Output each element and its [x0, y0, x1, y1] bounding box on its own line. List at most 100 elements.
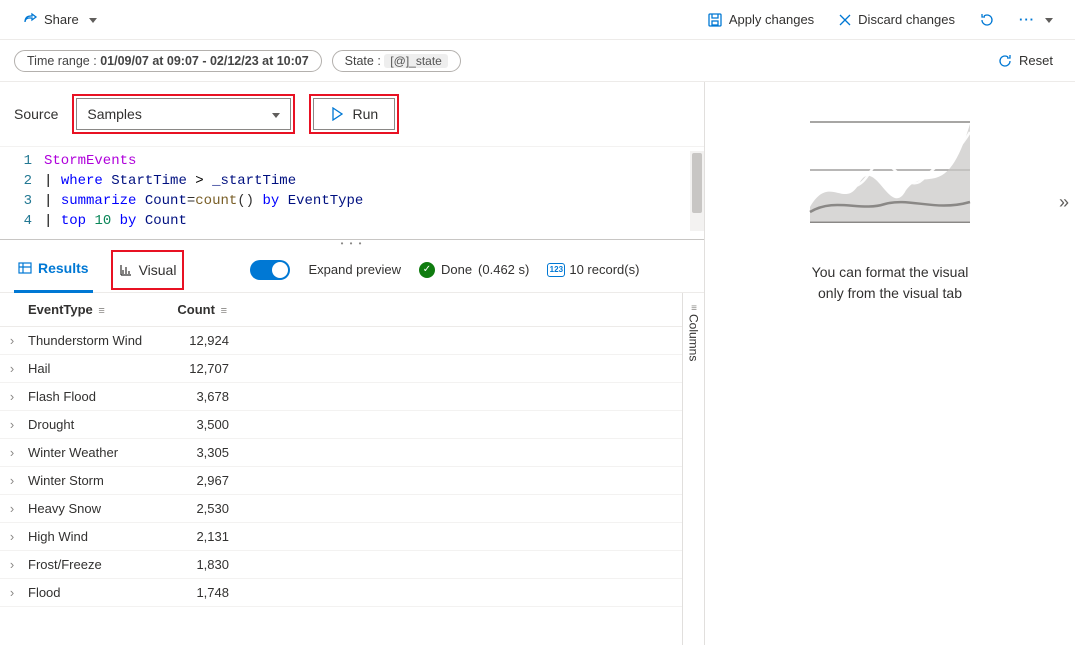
header-count[interactable]: Count ≡ [164, 302, 239, 317]
refresh-icon [979, 12, 995, 28]
table-row[interactable]: ›Drought3,500 [0, 411, 682, 439]
table-row[interactable]: ›Thunderstorm Wind12,924 [0, 327, 682, 355]
cell-count: 3,500 [164, 417, 239, 432]
cell-event: Winter Weather [24, 445, 164, 460]
columns-label: Columns [687, 314, 701, 361]
chevron-double-right-icon: » [1059, 192, 1069, 212]
time-range-label: Time range : [27, 54, 97, 68]
share-button[interactable]: Share [14, 8, 105, 32]
tab-results-label: Results [38, 260, 89, 276]
expand-row-icon[interactable]: › [0, 585, 24, 600]
time-range-value: 01/09/07 at 09:07 - 02/12/23 at 10:07 [100, 54, 308, 68]
expand-row-icon[interactable]: › [0, 445, 24, 460]
play-icon [331, 107, 343, 121]
source-selected: Samples [87, 106, 141, 122]
reset-icon [997, 53, 1013, 69]
query-editor[interactable]: 1234 StormEvents | where StartTime > _st… [0, 146, 704, 239]
filter-row: Time range : 01/09/07 at 09:07 - 02/12/2… [0, 40, 1075, 82]
source-label: Source [14, 106, 58, 122]
column-menu-icon[interactable]: ≡ [96, 305, 106, 317]
table-row[interactable]: ›Winter Weather3,305 [0, 439, 682, 467]
columns-side-tab[interactable]: ≡ Columns [682, 293, 704, 645]
records-icon: 123 [547, 263, 565, 277]
chevron-down-icon [268, 106, 280, 122]
header-event[interactable]: EventType ≡ [24, 302, 164, 317]
table-icon [18, 261, 32, 275]
state-pill[interactable]: State : [@]_state [332, 50, 461, 72]
grip-icon: ≡ [687, 303, 701, 314]
cell-count: 2,530 [164, 501, 239, 516]
more-menu-button[interactable]: ··· [1011, 8, 1061, 31]
cell-event: Flash Flood [24, 389, 164, 404]
source-row: Source Samples Run [0, 82, 704, 146]
cell-count: 1,748 [164, 585, 239, 600]
run-label: Run [353, 106, 379, 122]
expand-row-icon[interactable]: › [0, 501, 24, 516]
table-row[interactable]: ›Winter Storm2,967 [0, 467, 682, 495]
right-panel: You can format the visual only from the … [705, 82, 1075, 645]
grid-header-row: EventType ≡ Count ≡ [0, 293, 682, 327]
time-range-pill[interactable]: Time range : 01/09/07 at 09:07 - 02/12/2… [14, 50, 322, 72]
tab-visual[interactable]: Visual [115, 254, 181, 286]
share-label: Share [44, 12, 79, 27]
expand-row-icon[interactable]: › [0, 529, 24, 544]
expand-row-icon[interactable]: › [0, 557, 24, 572]
table-row[interactable]: ›Flash Flood3,678 [0, 383, 682, 411]
chart-icon [119, 263, 133, 277]
expand-preview-toggle[interactable] [250, 260, 290, 280]
expand-preview-label: Expand preview [308, 262, 401, 277]
run-button[interactable]: Run [313, 98, 395, 130]
editor-gutter: 1234 [0, 151, 44, 231]
cell-event: Hail [24, 361, 164, 376]
cell-count: 3,678 [164, 389, 239, 404]
state-placeholder: [@]_state [384, 54, 448, 68]
refresh-button[interactable] [971, 8, 1003, 32]
expand-row-icon[interactable]: › [0, 473, 24, 488]
cell-count: 12,924 [164, 333, 239, 348]
cell-event: Thunderstorm Wind [24, 333, 164, 348]
table-row[interactable]: ›Flood1,748 [0, 579, 682, 607]
discard-label: Discard changes [858, 12, 955, 27]
cell-event: Flood [24, 585, 164, 600]
source-select[interactable]: Samples [76, 98, 291, 130]
discard-changes-button[interactable]: Discard changes [830, 8, 963, 31]
table-row[interactable]: ›High Wind2,131 [0, 523, 682, 551]
share-icon [22, 12, 38, 28]
reset-label: Reset [1019, 53, 1053, 68]
cell-count: 3,305 [164, 445, 239, 460]
expand-row-icon[interactable]: › [0, 333, 24, 348]
source-highlight: Samples [72, 94, 295, 134]
expand-row-icon[interactable]: › [0, 389, 24, 404]
cell-count: 2,131 [164, 529, 239, 544]
chart-placeholder-icon [805, 112, 975, 232]
table-row[interactable]: ›Heavy Snow2,530 [0, 495, 682, 523]
column-menu-icon[interactable]: ≡ [219, 305, 229, 317]
chevron-down-icon [1041, 12, 1053, 27]
expand-row-icon[interactable]: › [0, 361, 24, 376]
results-grid: EventType ≡ Count ≡ ›Thunderstorm Wind12… [0, 293, 704, 645]
horizontal-splitter[interactable]: • • • [0, 239, 704, 247]
grip-icon: • • • [341, 239, 364, 248]
cell-count: 2,967 [164, 473, 239, 488]
expand-right-panel[interactable]: » [1059, 192, 1069, 213]
table-row[interactable]: ›Frost/Freeze1,830 [0, 551, 682, 579]
tab-results[interactable]: Results [14, 247, 93, 293]
visual-tab-highlight: Visual [111, 250, 185, 290]
ellipsis-icon: ··· [1019, 12, 1035, 27]
top-toolbar: Share Apply changes Discard changes ··· [0, 0, 1075, 40]
cell-event: Winter Storm [24, 473, 164, 488]
editor-code: StormEvents | where StartTime > _startTi… [44, 151, 363, 231]
editor-scroll-thumb[interactable] [692, 153, 702, 213]
expand-row-icon[interactable]: › [0, 417, 24, 432]
reset-button[interactable]: Reset [989, 49, 1061, 73]
editor-scrollbar[interactable] [690, 151, 704, 231]
cell-event: Frost/Freeze [24, 557, 164, 572]
table-row[interactable]: ›Hail12,707 [0, 355, 682, 383]
apply-changes-button[interactable]: Apply changes [699, 8, 822, 32]
done-label: Done [441, 262, 472, 277]
tab-visual-label: Visual [139, 262, 177, 278]
save-icon [707, 12, 723, 28]
chevron-down-icon [85, 12, 97, 27]
close-icon [838, 13, 852, 27]
status-done: ✓ Done (0.462 s) [419, 262, 529, 278]
